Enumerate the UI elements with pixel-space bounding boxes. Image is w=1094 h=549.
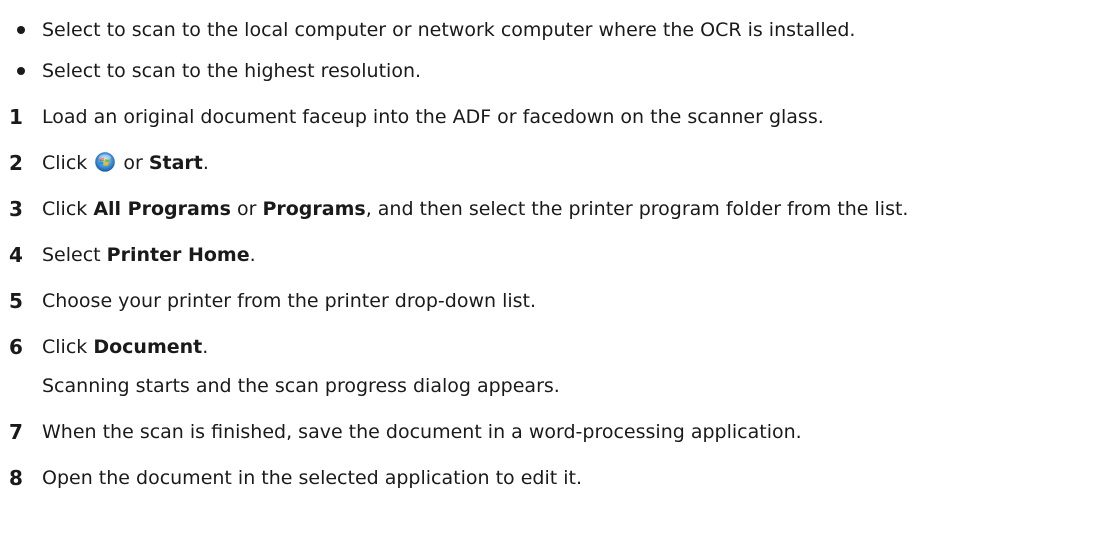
ui-term-start: Start <box>148 152 203 174</box>
step-text: When the scan is finished, save the docu… <box>42 421 802 443</box>
step-text-part: Click <box>42 152 88 174</box>
step-text: Open the document in the selected applic… <box>42 467 582 489</box>
step-text: Click or Start. <box>42 152 209 174</box>
ui-term-programs: Programs <box>262 198 366 220</box>
step-text-part: . <box>202 152 209 174</box>
step-text-part: . <box>202 336 209 358</box>
ui-term-printer-home: Printer Home <box>106 244 250 266</box>
step-text: Choose your printer from the printer dro… <box>42 290 537 312</box>
ui-term-all-programs: All Programs <box>93 198 231 220</box>
step-number: 1 <box>9 105 23 129</box>
step-text-part: , and then select the printer program fo… <box>365 198 909 220</box>
step-number: 6 <box>9 335 23 359</box>
step-number: 8 <box>9 466 23 490</box>
bullet-dot <box>17 67 25 75</box>
step-number: 3 <box>9 197 23 221</box>
windows-start-orb-icon <box>95 152 116 172</box>
step-text: Click Document. <box>42 336 208 358</box>
step-text-part: Select <box>42 244 107 266</box>
step-text: Load an original document faceup into th… <box>42 106 824 128</box>
step-text: Click All Programs or Programs, and then… <box>42 198 908 220</box>
step-text-part: Click <box>42 336 94 358</box>
bullet-text: Select to scan to the highest resolution… <box>42 60 422 82</box>
ui-term-document: Document <box>93 336 203 358</box>
step-text-part: or <box>117 152 149 174</box>
step-note: Scanning starts and the scan progress di… <box>42 375 560 397</box>
step-text: Select Printer Home. <box>42 244 256 266</box>
step-number: 2 <box>9 151 23 175</box>
bullet-dot <box>17 26 25 34</box>
step-number: 5 <box>9 289 23 313</box>
step-number: 4 <box>9 243 23 267</box>
step-text-part: Click <box>42 198 94 220</box>
bullet-text: Select to scan to the local computer or … <box>42 19 856 41</box>
step-number: 7 <box>9 420 23 444</box>
step-text-part: . <box>249 244 256 266</box>
step-text-part: or <box>230 198 263 220</box>
instructions-page: Select to scan to the local computer or … <box>0 0 1094 549</box>
